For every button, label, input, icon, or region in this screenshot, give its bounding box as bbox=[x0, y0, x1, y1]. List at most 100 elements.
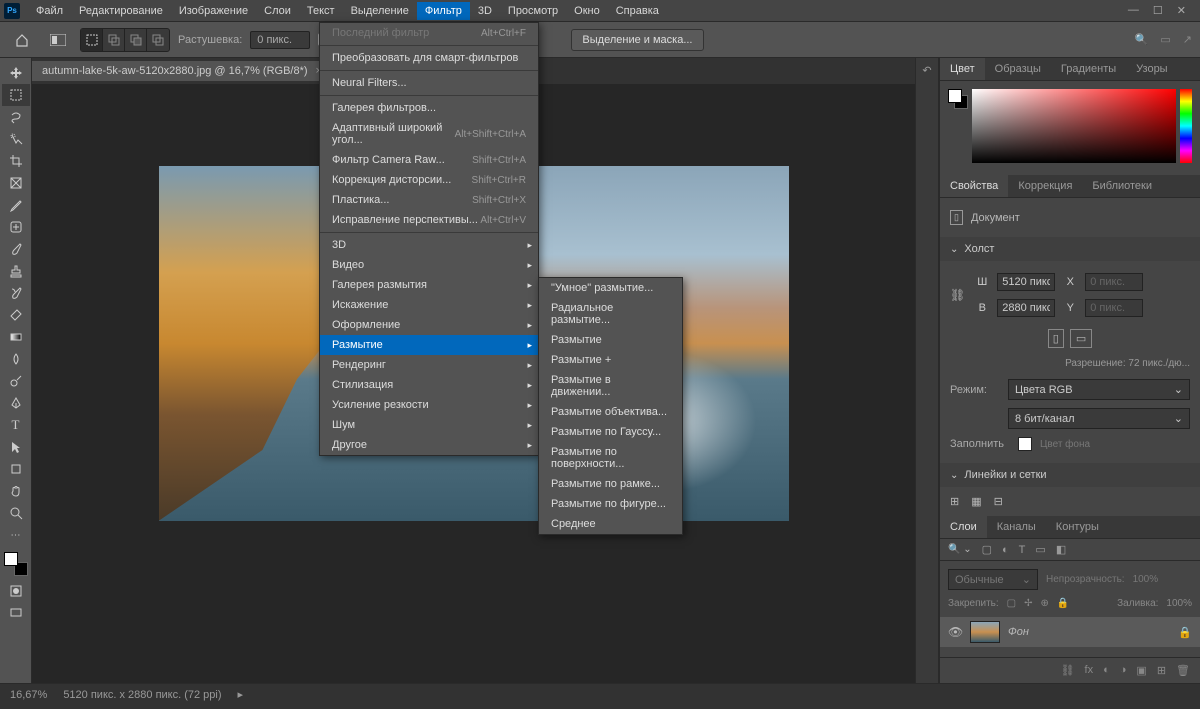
grid-icon[interactable]: ▦ bbox=[971, 495, 981, 508]
marquee-tool-icon[interactable] bbox=[2, 84, 30, 106]
submenu-item-Размытие[interactable]: Размытие bbox=[539, 330, 682, 350]
lasso-tool-icon[interactable] bbox=[2, 106, 30, 128]
lock-position-icon[interactable]: ✢ bbox=[1024, 598, 1032, 609]
color-mode-select[interactable]: Цвета RGB⌄ bbox=[1008, 379, 1190, 400]
fill-swatch[interactable] bbox=[1018, 437, 1032, 451]
dodge-tool-icon[interactable] bbox=[2, 370, 30, 392]
tab-Свойства[interactable]: Свойства bbox=[940, 175, 1008, 197]
menu-item-Галерея размытия[interactable]: Галерея размытия bbox=[320, 275, 538, 295]
menu-item-Neural Filters...[interactable]: Neural Filters... bbox=[320, 73, 538, 93]
selection-add-icon[interactable] bbox=[103, 29, 125, 51]
blend-mode-select[interactable]: Обычные⌄ bbox=[948, 569, 1038, 590]
submenu-item-"Умное" размытие...[interactable]: "Умное" размытие... bbox=[539, 278, 682, 298]
submenu-item-Размытие +[interactable]: Размытие + bbox=[539, 350, 682, 370]
brush-tool-icon[interactable] bbox=[2, 238, 30, 260]
close-icon[interactable]: ✕ bbox=[1177, 4, 1186, 17]
tab-Образцы[interactable]: Образцы bbox=[985, 58, 1051, 80]
toolbar-more-icon[interactable]: ⋯ bbox=[2, 524, 30, 546]
canvas-section-header[interactable]: Холст bbox=[940, 237, 1200, 261]
selection-subtract-icon[interactable] bbox=[125, 29, 147, 51]
select-and-mask-button[interactable]: Выделение и маска... bbox=[571, 29, 703, 51]
hand-tool-icon[interactable] bbox=[2, 480, 30, 502]
quick-select-tool-icon[interactable] bbox=[2, 128, 30, 150]
filter-shape-icon[interactable]: ▭ bbox=[1035, 543, 1045, 556]
rulers-section-header[interactable]: Линейки и сетки bbox=[940, 463, 1200, 487]
blur-tool-icon[interactable] bbox=[2, 348, 30, 370]
layer-mask-icon[interactable]: ◐ bbox=[1103, 664, 1110, 677]
ruler-icon[interactable]: ⊞ bbox=[950, 495, 959, 508]
tab-Слои[interactable]: Слои bbox=[940, 516, 987, 538]
menu-редактирование[interactable]: Редактирование bbox=[71, 2, 171, 20]
share-icon[interactable]: ↗ bbox=[1183, 33, 1192, 46]
delete-layer-icon[interactable]: 🗑 bbox=[1176, 664, 1190, 677]
lock-artboard-icon[interactable]: ⊕ bbox=[1041, 598, 1049, 609]
dock-history-icon[interactable]: ↶ bbox=[922, 64, 931, 77]
pen-tool-icon[interactable] bbox=[2, 392, 30, 414]
search-icon[interactable]: 🔍 bbox=[1135, 33, 1149, 46]
menu-item-Шум[interactable]: Шум bbox=[320, 415, 538, 435]
minimize-icon[interactable]: — bbox=[1128, 4, 1139, 17]
screenmode-icon[interactable] bbox=[2, 602, 30, 624]
submenu-item-Размытие по поверхности...[interactable]: Размытие по поверхности... bbox=[539, 442, 682, 474]
submenu-item-Размытие объектива...[interactable]: Размытие объектива... bbox=[539, 402, 682, 422]
bit-depth-select[interactable]: 8 бит/канал⌄ bbox=[1008, 408, 1190, 429]
menu-item-Адаптивный широкий угол...[interactable]: Адаптивный широкий угол...Alt+Shift+Ctrl… bbox=[320, 118, 538, 150]
landscape-icon[interactable]: ▭ bbox=[1070, 329, 1092, 348]
lock-icon[interactable]: 🔒 bbox=[1178, 626, 1192, 639]
filter-smart-icon[interactable]: ◧ bbox=[1056, 543, 1066, 556]
menu-окно[interactable]: Окно bbox=[566, 2, 608, 20]
color-swatch[interactable] bbox=[4, 552, 28, 576]
move-tool-icon[interactable] bbox=[2, 62, 30, 84]
menu-item-Пластика...[interactable]: Пластика...Shift+Ctrl+X bbox=[320, 190, 538, 210]
tab-Узоры[interactable]: Узоры bbox=[1126, 58, 1177, 80]
menu-item-Фильтр Camera Raw...[interactable]: Фильтр Camera Raw...Shift+Ctrl+A bbox=[320, 150, 538, 170]
document-tab[interactable]: autumn-lake-5k-aw-5120x2880.jpg @ 16,7% … bbox=[32, 61, 333, 81]
layer-filter-select[interactable]: 🔍 ⌄ bbox=[948, 544, 972, 555]
selection-new-icon[interactable] bbox=[81, 29, 103, 51]
submenu-item-Радиальное размытие...[interactable]: Радиальное размытие... bbox=[539, 298, 682, 330]
submenu-item-Среднее[interactable]: Среднее bbox=[539, 514, 682, 534]
stamp-tool-icon[interactable] bbox=[2, 260, 30, 282]
eraser-tool-icon[interactable] bbox=[2, 304, 30, 326]
history-brush-tool-icon[interactable] bbox=[2, 282, 30, 304]
filter-pixel-icon[interactable]: ▢ bbox=[982, 543, 992, 556]
menu-фильтр[interactable]: Фильтр bbox=[417, 2, 470, 20]
filter-type-icon[interactable]: T bbox=[1019, 544, 1026, 556]
menu-item-Размытие[interactable]: Размытие bbox=[320, 335, 538, 355]
crop-tool-icon[interactable] bbox=[2, 150, 30, 172]
portrait-icon[interactable]: ▯ bbox=[1048, 329, 1064, 348]
menu-item-Преобразовать для смарт-фильтров[interactable]: Преобразовать для смарт-фильтров bbox=[320, 48, 538, 68]
frame-tool-icon[interactable] bbox=[2, 172, 30, 194]
layer-row[interactable]: 👁 Фон 🔒 bbox=[940, 617, 1200, 647]
tab-Цвет[interactable]: Цвет bbox=[940, 58, 985, 80]
menu-3d[interactable]: 3D bbox=[470, 2, 500, 20]
menu-текст[interactable]: Текст bbox=[299, 2, 343, 20]
menu-слои[interactable]: Слои bbox=[256, 2, 299, 20]
link-icon[interactable]: ⛓ bbox=[950, 288, 965, 302]
menu-item-Видео[interactable]: Видео bbox=[320, 255, 538, 275]
visibility-icon[interactable]: 👁 bbox=[948, 625, 962, 639]
tab-Каналы[interactable]: Каналы bbox=[987, 516, 1046, 538]
filter-adjust-icon[interactable]: ◐ bbox=[1002, 544, 1009, 556]
tab-Градиенты[interactable]: Градиенты bbox=[1051, 58, 1126, 80]
guides-icon[interactable]: ⊟ bbox=[994, 495, 1003, 508]
new-layer-icon[interactable]: ⊞ bbox=[1157, 664, 1166, 677]
home-icon[interactable] bbox=[8, 28, 36, 52]
zoom-tool-icon[interactable] bbox=[2, 502, 30, 524]
path-select-tool-icon[interactable] bbox=[2, 436, 30, 458]
group-icon[interactable]: ▣ bbox=[1136, 664, 1146, 677]
menu-item-Исправление перспективы...[interactable]: Исправление перспективы...Alt+Ctrl+V bbox=[320, 210, 538, 230]
lock-all-icon[interactable]: 🔒 bbox=[1057, 598, 1069, 609]
layer-fx-icon[interactable]: fx bbox=[1085, 664, 1094, 677]
lock-pixels-icon[interactable]: ▢ bbox=[1007, 598, 1016, 609]
menu-изображение[interactable]: Изображение bbox=[171, 2, 256, 20]
maximize-icon[interactable]: ☐ bbox=[1153, 4, 1163, 17]
menu-item-3D[interactable]: 3D bbox=[320, 235, 538, 255]
color-picker[interactable] bbox=[940, 81, 1200, 175]
link-layers-icon[interactable]: ⛓ bbox=[1061, 664, 1075, 677]
menu-item-Стилизация[interactable]: Стилизация bbox=[320, 375, 538, 395]
menu-item-Рендеринг[interactable]: Рендеринг bbox=[320, 355, 538, 375]
tab-Контуры[interactable]: Контуры bbox=[1046, 516, 1109, 538]
menu-справка[interactable]: Справка bbox=[608, 2, 667, 20]
feather-input[interactable] bbox=[250, 31, 310, 49]
